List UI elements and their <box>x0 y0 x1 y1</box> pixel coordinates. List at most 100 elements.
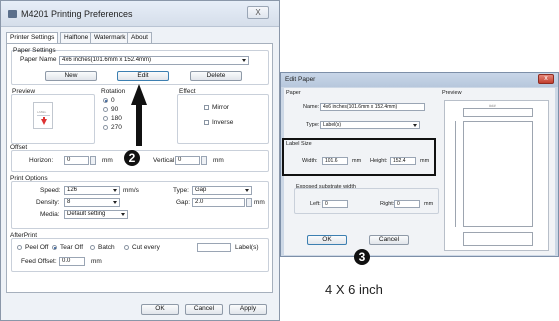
label-size-highlight <box>282 138 436 176</box>
gap-stepper[interactable] <box>246 198 252 207</box>
preview-label-top <box>463 108 533 117</box>
batch-label: Batch <box>98 244 115 251</box>
close-button[interactable]: x <box>538 74 554 84</box>
step2-badge: 2 <box>124 150 140 166</box>
density-label: Density: <box>36 199 60 206</box>
close-button[interactable]: X <box>247 6 269 19</box>
horizon-label: Horizon: <box>29 157 54 164</box>
right-label: Right: <box>380 201 395 207</box>
paper-type-dropdown[interactable]: Label(s) <box>320 121 420 129</box>
media-label: Media: <box>40 211 60 218</box>
left-input[interactable]: 0 <box>322 200 348 208</box>
horizon-stepper[interactable] <box>90 156 96 165</box>
peel-off-label: Peel Off <box>25 244 49 251</box>
speed-dropdown[interactable]: 126 <box>64 186 120 195</box>
chevron-down-icon <box>121 213 125 216</box>
feed-offset-input[interactable]: 0.0 <box>59 257 85 266</box>
exposed-unit: mm <box>424 201 434 207</box>
type-dropdown[interactable]: Gap <box>192 186 252 195</box>
tear-off-radio[interactable] <box>52 245 57 250</box>
mirror-checkbox[interactable] <box>204 105 209 110</box>
size-caption: 4 X 6 inch <box>325 282 383 297</box>
batch-radio[interactable] <box>90 245 95 250</box>
media-dropdown[interactable]: Default setting <box>64 210 128 219</box>
tear-off-label: Tear Off <box>60 244 84 251</box>
rotation-270-radio[interactable] <box>103 125 108 130</box>
effect-label: Effect <box>179 88 196 95</box>
density-value: 8 <box>67 199 71 205</box>
paper-name-value: 4x6 inches(101.6mm x 152.4mm) <box>62 57 152 63</box>
speed-value: 126 <box>67 187 78 193</box>
tab-halftone[interactable]: Halftone <box>60 32 93 43</box>
speed-label: Speed: <box>40 187 61 194</box>
right-input[interactable]: 0 <box>394 200 420 208</box>
preview-height-ruler <box>455 121 456 227</box>
cut-every-input[interactable] <box>197 243 231 252</box>
paper-settings-label: Paper Settings <box>13 47 56 54</box>
label-preview-image: LABEL <box>33 102 53 129</box>
tab-about[interactable]: About <box>127 32 152 43</box>
horizon-input[interactable]: 0 <box>64 156 89 165</box>
vertical-value: 0 <box>178 157 182 163</box>
peel-off-radio[interactable] <box>17 245 22 250</box>
feed-offset-value: 0.0 <box>62 258 71 264</box>
gap-label: Gap: <box>176 199 191 206</box>
media-value: Default setting <box>67 211 106 217</box>
down-arrow-icon <box>41 119 47 125</box>
printing-preferences-window: M4201 Printing Preferences X Printer Set… <box>0 0 280 321</box>
labels-suffix: Label(s) <box>235 244 259 251</box>
name-label: Name: <box>303 104 320 110</box>
edit-paper-ok-button[interactable]: OK <box>307 235 347 245</box>
inverse-label: Inverse <box>212 119 234 126</box>
step3-badge: 3 <box>354 249 370 265</box>
chevron-down-icon <box>413 124 417 127</box>
type-label: Type: <box>173 187 189 194</box>
rotation-label: Rotation <box>101 88 126 95</box>
preview-label-main <box>463 121 533 227</box>
preview-label-bottom <box>463 232 533 246</box>
vertical-label: Vertical: <box>153 157 177 164</box>
cut-every-radio[interactable] <box>124 245 129 250</box>
feed-offset-label: Feed Offset: <box>21 258 57 265</box>
rotation-90-radio[interactable] <box>103 107 108 112</box>
edit-preview-label: Preview <box>442 90 462 96</box>
vertical-input[interactable]: 0 <box>175 156 200 165</box>
chevron-down-icon <box>242 59 246 62</box>
preview-group <box>11 94 95 144</box>
paper-name-label: Paper Name <box>20 56 57 63</box>
cut-every-label: Cut every <box>132 244 160 251</box>
delete-paper-button[interactable]: Delete <box>190 71 242 81</box>
type-value: Gap <box>195 187 207 193</box>
gap-value: 2.0 <box>195 199 204 205</box>
inverse-checkbox[interactable] <box>204 120 209 125</box>
edit-paper-button[interactable]: Edit <box>117 71 169 81</box>
dialog-button-bar: OK Cancel Apply <box>1 299 279 321</box>
edit-paper-cancel-button[interactable]: Cancel <box>369 235 409 245</box>
rotation-270-label: 270 <box>111 124 122 131</box>
new-paper-button[interactable]: New <box>45 71 97 81</box>
cancel-button[interactable]: Cancel <box>185 304 223 315</box>
name-input[interactable]: 4x6 inches(101.6mm x 152.4mm) <box>320 103 425 111</box>
gap-input[interactable]: 2.0 <box>192 198 245 207</box>
horizon-unit: mm <box>102 157 113 164</box>
paper-type-value: Label(s) <box>323 122 342 128</box>
printer-icon <box>8 10 17 18</box>
paper-name-dropdown[interactable]: 4x6 inches(101.6mm x 152.4mm) <box>59 56 249 65</box>
left-label: Left: <box>310 201 321 207</box>
rotation-0-label: 0 <box>111 97 115 104</box>
rotation-180-radio[interactable] <box>103 116 108 121</box>
preview-label-text: LABEL <box>37 110 47 114</box>
apply-button[interactable]: Apply <box>229 304 267 315</box>
paper-preview: ### <box>444 100 549 251</box>
vertical-unit: mm <box>213 157 224 164</box>
preview-line <box>37 115 50 116</box>
feed-offset-unit: mm <box>91 258 102 265</box>
name-value: 4x6 inches(101.6mm x 152.4mm) <box>323 104 398 110</box>
type-label: Type: <box>306 122 320 128</box>
chevron-down-icon <box>113 189 117 192</box>
density-dropdown[interactable]: 8 <box>64 198 120 207</box>
rotation-0-radio[interactable] <box>103 98 108 103</box>
ok-button[interactable]: OK <box>141 304 179 315</box>
vertical-stepper[interactable] <box>201 156 207 165</box>
tab-watermark[interactable]: Watermark <box>90 32 130 43</box>
